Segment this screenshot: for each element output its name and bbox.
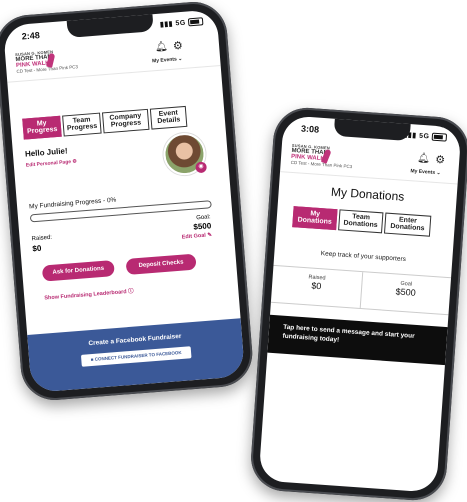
phone-left: 2:48 ▮▮▮ 5G SUSAN G. KOMEN MORE THAN PIN… [0, 0, 255, 403]
camera-icon[interactable]: ◉ [195, 161, 207, 173]
profile-row: Hello Julie! Edit Personal Page ⚙ ◉ [25, 134, 218, 197]
chevron-down-icon: ⌄ [436, 170, 441, 176]
battery-icon [188, 17, 204, 26]
status-icons: ▮▮▮ 5G [160, 17, 204, 29]
status-icons: ▮▮▮ 5G [403, 131, 447, 142]
pencil-icon: ✎ [207, 232, 212, 238]
ask-for-donations-button[interactable]: Ask for Donations [42, 260, 115, 282]
gear-icon[interactable]: ⚙ [172, 39, 183, 53]
phone-right-screen: 3:08 ▮▮▮ 5G SUSAN G. KOMEN MORE THAN PIN… [258, 115, 461, 493]
tab-team-progress[interactable]: Team Progress [62, 113, 102, 137]
action-buttons: Ask for Donations Deposit Checks [34, 251, 225, 284]
info-icon: ⓘ [128, 288, 134, 294]
my-events-label: My Events [152, 56, 177, 64]
leaderboard-label: Show Fundraising Leaderboard [44, 289, 127, 301]
my-events-label: My Events [410, 168, 435, 176]
event-logo[interactable]: SUSAN G. KOMEN MORE THAN PINK WALK CD Te… [291, 144, 354, 170]
battery-icon [432, 133, 448, 142]
edit-goal-label: Edit Goal [182, 232, 207, 240]
facebook-banner: Create a Facebook Fundraiser ■ CONNECT F… [27, 318, 245, 393]
bell-icon[interactable]: 🔔︎ [155, 41, 169, 53]
connect-facebook-button[interactable]: ■ CONNECT FUNDRAISER TO FACEBOOK [81, 346, 192, 367]
message-banner[interactable]: Tap here to send a message and start you… [267, 315, 447, 365]
subtitle: Keep track of your supporters [274, 247, 452, 266]
phone-right: 3:08 ▮▮▮ 5G SUSAN G. KOMEN MORE THAN PIN… [249, 106, 467, 502]
edit-goal-link[interactable]: Edit Goal ✎ [182, 232, 213, 240]
facebook-title: Create a Facebook Fundraiser [28, 328, 242, 352]
gear-small-icon: ⚙ [72, 158, 77, 164]
signal-label: 5G [419, 133, 430, 141]
my-events-dropdown[interactable]: My Events ⌄ [410, 168, 441, 176]
connect-facebook-label: CONNECT FUNDRAISER TO FACEBOOK [95, 350, 182, 362]
raised-label: Raised: [31, 234, 52, 242]
donation-tabs: My Donations Team Donations Enter Donati… [292, 206, 431, 236]
status-time: 2:48 [21, 30, 40, 41]
tab-team-donations[interactable]: Team Donations [338, 209, 383, 233]
goal-value: $500 [193, 221, 211, 231]
my-events-dropdown[interactable]: My Events ⌄ [152, 56, 183, 64]
totals-row: Raised $0 Goal $500 [271, 265, 451, 315]
status-time: 3:08 [301, 123, 320, 134]
raised-value: $0 [32, 243, 42, 253]
tab-my-progress[interactable]: My Progress [22, 116, 62, 140]
tab-my-donations[interactable]: My Donations [292, 206, 337, 230]
goal-cell: Goal $500 [360, 272, 451, 314]
event-logo[interactable]: SUSAN G. KOMEN MORE THAN PINK WALK CD Te… [15, 48, 78, 74]
tab-event-details[interactable]: Event Details [150, 106, 188, 129]
page-title: My Donations [278, 181, 457, 207]
edit-personal-page-label: Edit Personal Page [26, 159, 72, 169]
tab-company-progress[interactable]: Company Progress [102, 109, 149, 133]
raised-cell: Raised $0 [271, 266, 363, 308]
goal-label: Goal: [196, 214, 211, 221]
leaderboard-link[interactable]: Show Fundraising Leaderboard ⓘ [44, 279, 226, 301]
deposit-checks-button[interactable]: Deposit Checks [126, 253, 197, 274]
gear-icon[interactable]: ⚙ [435, 153, 446, 167]
tab-enter-donations[interactable]: Enter Donations [384, 213, 431, 237]
bell-icon[interactable]: 🔔︎ [417, 153, 430, 165]
phone-left-screen: 2:48 ▮▮▮ 5G SUSAN G. KOMEN MORE THAN PIN… [3, 9, 245, 393]
signal-label: 5G [175, 20, 186, 28]
chevron-down-icon: ⌄ [178, 56, 183, 62]
progress-panel: My Progress Team Progress Company Progre… [22, 104, 226, 302]
